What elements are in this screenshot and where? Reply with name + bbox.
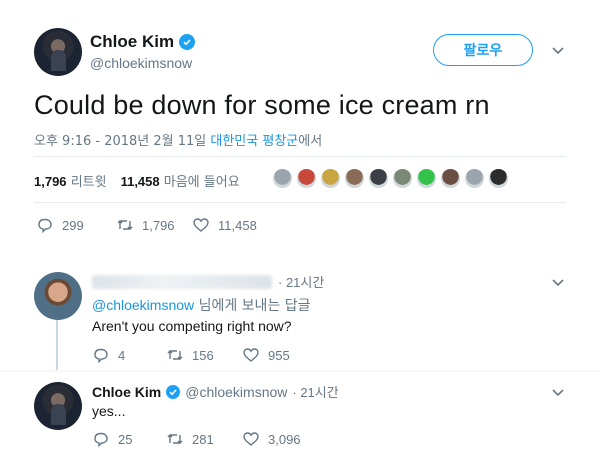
reply-tweet[interactable]: · 21시간 @chloekimsnow 님에게 보내는 답글 Aren't y… bbox=[0, 262, 600, 370]
like-button[interactable]: 955 bbox=[242, 346, 332, 364]
like-stat[interactable]: 11,458 마음에 들어요 bbox=[121, 171, 240, 190]
liker-avatar[interactable] bbox=[320, 168, 341, 189]
reply-button[interactable]: 4 bbox=[92, 346, 166, 364]
reply-to-line: @chloekimsnow 님에게 보내는 답글 bbox=[92, 295, 311, 315]
reply-count: 299 bbox=[62, 217, 84, 233]
heart-icon bbox=[243, 432, 259, 446]
divider bbox=[34, 156, 566, 157]
retweet-button[interactable]: 1,796 bbox=[116, 216, 192, 234]
retweet-icon bbox=[117, 220, 133, 230]
reply-header: · 21시간 bbox=[92, 272, 324, 291]
reply-icon bbox=[94, 432, 108, 448]
reply-author-avatar[interactable] bbox=[34, 272, 82, 320]
author-reply-tweet[interactable]: Chloe Kim @chloekimsnow · 21시간 yes... 25… bbox=[0, 372, 600, 454]
author-avatar[interactable] bbox=[34, 382, 82, 430]
tweet-location[interactable]: 대한민국 평창군 bbox=[210, 134, 298, 149]
tweet-text: Could be down for some ice cream rn bbox=[34, 90, 490, 120]
reply-actions: 25 281 3,096 bbox=[92, 430, 332, 448]
liker-avatars bbox=[272, 168, 509, 189]
heart-icon bbox=[193, 218, 209, 232]
retweet-count: 281 bbox=[192, 431, 214, 447]
reply-icon bbox=[38, 218, 52, 234]
tweet-location-suffix: 에서 bbox=[298, 134, 323, 149]
liker-avatar[interactable] bbox=[344, 168, 365, 189]
like-count: 955 bbox=[268, 347, 290, 363]
author-avatar[interactable] bbox=[34, 28, 82, 76]
author-name[interactable]: Chloe Kim bbox=[90, 32, 174, 52]
chevron-down-icon[interactable] bbox=[550, 42, 566, 58]
thread-line bbox=[56, 320, 58, 370]
retweet-icon bbox=[167, 350, 183, 360]
main-tweet: Chloe Kim @chloekimsnow 팔로우 Could be dow… bbox=[0, 0, 600, 262]
liker-avatar[interactable] bbox=[392, 168, 413, 189]
author-handle[interactable]: @chloekimsnow bbox=[90, 55, 192, 71]
retweet-button[interactable]: 156 bbox=[166, 346, 242, 364]
retweet-stat-count: 1,796 bbox=[34, 174, 67, 189]
like-button[interactable]: 11,458 bbox=[192, 216, 302, 234]
liker-avatar[interactable] bbox=[368, 168, 389, 189]
tweet-stats: 1,796 리트윗 11,458 마음에 들어요 bbox=[34, 171, 240, 190]
reply-timestamp[interactable]: · 21시간 bbox=[278, 272, 324, 291]
verified-badge-icon bbox=[179, 34, 196, 50]
retweet-stat[interactable]: 1,796 리트윗 bbox=[34, 171, 107, 190]
liker-avatar[interactable] bbox=[440, 168, 461, 189]
reply-count: 25 bbox=[118, 431, 133, 447]
heart-icon bbox=[243, 348, 259, 362]
author-reply-header: Chloe Kim @chloekimsnow · 21시간 bbox=[92, 382, 339, 401]
tweet-actions: 299 1,796 11,458 bbox=[36, 216, 302, 234]
reply-text: Aren't you competing right now? bbox=[92, 318, 292, 334]
reply-text: yes... bbox=[92, 403, 126, 419]
liker-avatar[interactable] bbox=[272, 168, 293, 189]
chevron-down-icon[interactable] bbox=[550, 384, 566, 400]
retweet-stat-label: 리트윗 bbox=[70, 175, 107, 190]
divider bbox=[34, 202, 566, 203]
tweet-meta: 오후 9:16 - 2018년 2월 11일 대한민국 평창군에서 bbox=[34, 130, 322, 149]
redacted-author-name bbox=[92, 274, 272, 289]
liker-avatar[interactable] bbox=[416, 168, 437, 189]
liker-avatar[interactable] bbox=[488, 168, 509, 189]
author-name[interactable]: Chloe Kim bbox=[92, 384, 161, 400]
verified-badge-icon bbox=[166, 384, 181, 399]
like-stat-count: 11,458 bbox=[120, 174, 160, 189]
tweet-timestamp[interactable]: 오후 9:16 - 2018년 2월 11일 bbox=[34, 134, 206, 149]
like-stat-label: 마음에 들어요 bbox=[163, 175, 240, 190]
author-name-row[interactable]: Chloe Kim bbox=[90, 32, 196, 52]
reply-to-mention[interactable]: @chloekimsnow bbox=[92, 297, 194, 313]
reply-icon bbox=[94, 348, 108, 364]
liker-avatar[interactable] bbox=[464, 168, 485, 189]
reply-count: 4 bbox=[118, 347, 126, 363]
follow-button[interactable]: 팔로우 bbox=[433, 34, 533, 66]
retweet-count: 156 bbox=[192, 347, 214, 363]
retweet-count: 1,796 bbox=[142, 217, 175, 233]
retweet-button[interactable]: 281 bbox=[166, 430, 242, 448]
reply-actions: 4 156 955 bbox=[92, 346, 332, 364]
liker-avatar[interactable] bbox=[296, 168, 317, 189]
chevron-down-icon[interactable] bbox=[550, 274, 566, 290]
reply-timestamp[interactable]: · 21시간 bbox=[292, 382, 338, 401]
retweet-icon bbox=[167, 434, 183, 444]
author-handle[interactable]: @chloekimsnow bbox=[185, 384, 287, 400]
like-button[interactable]: 3,096 bbox=[242, 430, 332, 448]
reply-to-label: 님에게 보내는 답글 bbox=[194, 298, 311, 314]
reply-button[interactable]: 299 bbox=[36, 216, 116, 234]
like-count: 11,458 bbox=[218, 217, 257, 233]
reply-button[interactable]: 25 bbox=[92, 430, 166, 448]
like-count: 3,096 bbox=[268, 431, 301, 447]
